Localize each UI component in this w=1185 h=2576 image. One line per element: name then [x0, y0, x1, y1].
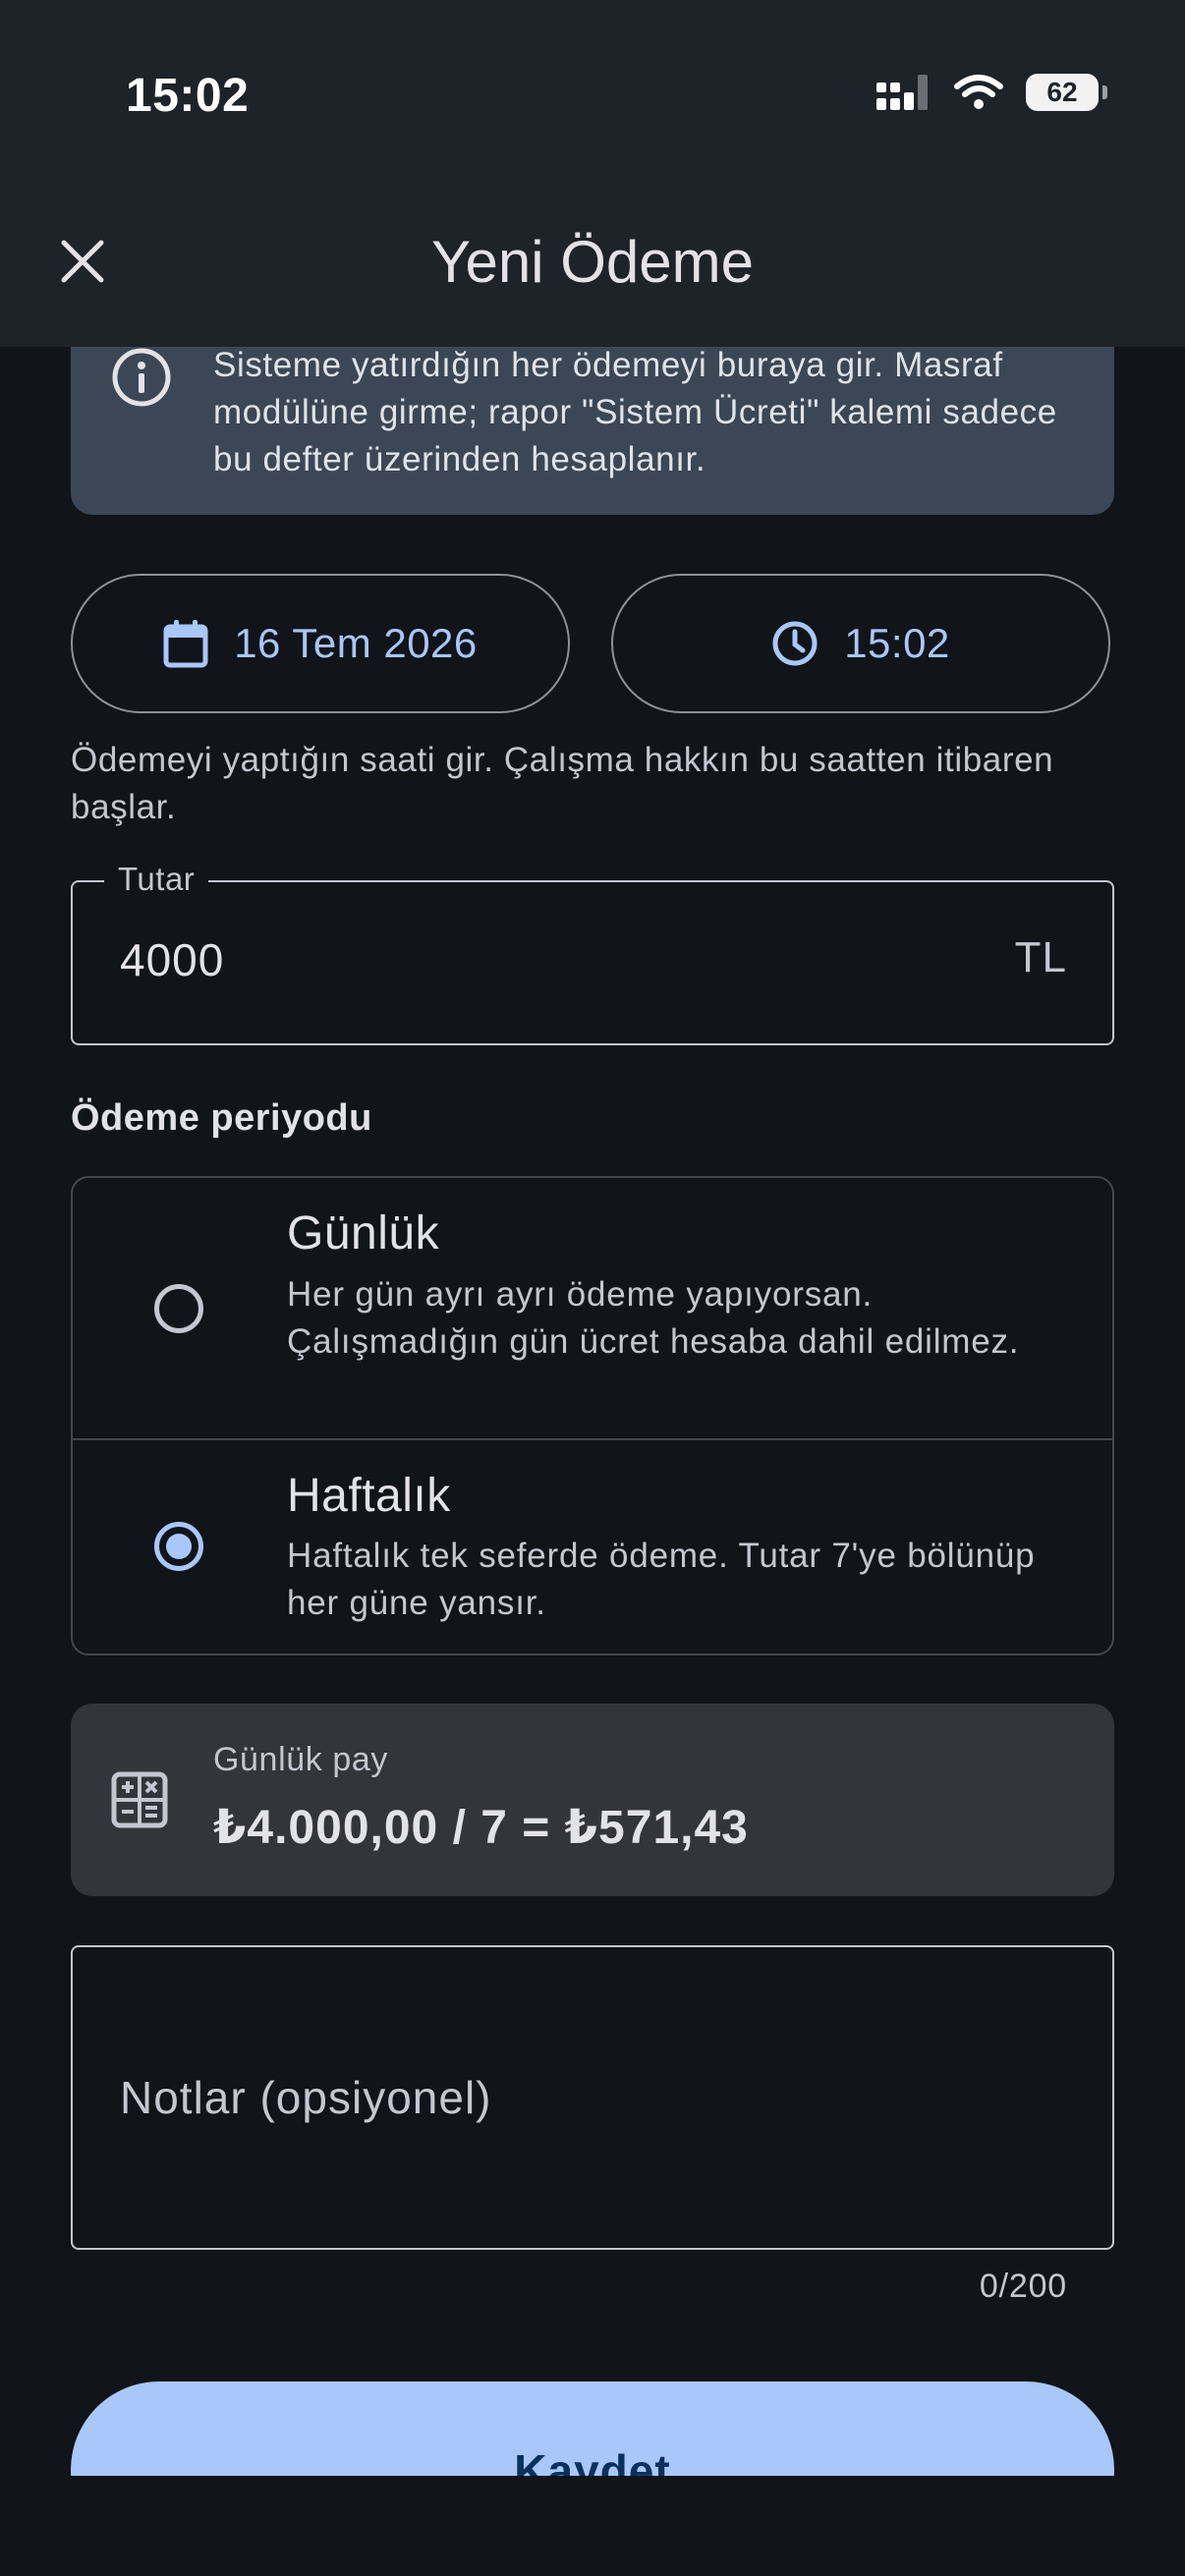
notes-placeholder[interactable]: Notlar (opsiyonel) [120, 2071, 491, 2124]
option-weekly-title[interactable]: Haftalık [287, 1469, 451, 1523]
option-weekly-description: Haftalık tek seferde ödeme. Tutar 7'ye b… [287, 1537, 1036, 1622]
info-banner-text: Sisteme yatırdığın her ödemeyi buraya gi… [213, 346, 1057, 478]
daily-share-value: ₺4.000,00 / 7 = ₺571,43 [213, 1802, 749, 1854]
time-picker-button[interactable]: 15:02 [611, 574, 1110, 713]
radio-weekly[interactable] [154, 1522, 203, 1571]
battery-indicator: 62 [1026, 74, 1107, 111]
app-bar: 15:02 62 Yeni Ödeme [0, 0, 1185, 347]
wifi-icon [954, 75, 1003, 109]
amount-field-label: Tutar [104, 861, 209, 898]
calculator-icon [110, 1770, 169, 1834]
amount-input-value[interactable]: 4000 [120, 933, 224, 986]
period-section-title: Ödeme periyodu [71, 1097, 372, 1139]
page-title: Yeni Ödeme [430, 229, 754, 295]
save-button[interactable]: Kaydet [71, 2381, 1114, 2476]
time-label: 15:02 [844, 620, 950, 666]
date-label: 16 Tem 2026 [234, 620, 478, 666]
calendar-icon [163, 620, 208, 668]
save-button-label: Kaydet [514, 2445, 671, 2476]
bottom-background [0, 2476, 1185, 2576]
option-daily-title[interactable]: Günlük [287, 1206, 439, 1260]
date-picker-button[interactable]: 16 Tem 2026 [71, 574, 570, 713]
daily-share-label: Günlük pay [213, 1741, 388, 1778]
amount-field[interactable] [71, 880, 1114, 1045]
divider [73, 1438, 1112, 1440]
cellular-signal-icon [876, 75, 928, 110]
option-daily-description: Her gün ayrı ayrı ödeme yapıyorsan. Çalı… [287, 1275, 1020, 1361]
info-icon [108, 344, 175, 416]
save-button-area: Kaydet [0, 2338, 1185, 2476]
notes-char-counter: 0/200 [979, 2268, 1067, 2305]
status-time: 15:02 [126, 70, 250, 122]
status-icons: 62 [875, 73, 1107, 112]
radio-daily[interactable] [154, 1284, 203, 1333]
clock-icon [772, 621, 818, 666]
amount-suffix: TL [1014, 933, 1067, 981]
time-helper-text: Ödemeyi yaptığın saati gir. Çalışma hakk… [71, 741, 1054, 826]
